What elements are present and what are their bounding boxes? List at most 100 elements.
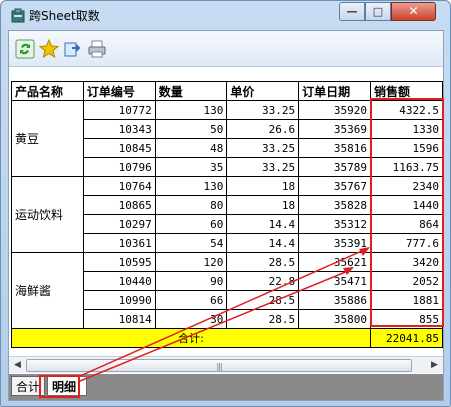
star-icon[interactable]	[39, 39, 59, 59]
toolbar	[9, 31, 443, 67]
order-date-cell: 35800	[298, 309, 372, 329]
unit-price-cell: 14.4	[226, 233, 300, 253]
order-id-cell: 10865	[82, 195, 156, 215]
quantity-cell: 90	[154, 271, 228, 291]
quantity-cell: 48	[154, 138, 228, 158]
order-date-cell: 35828	[298, 195, 372, 215]
minimize-icon: —	[346, 5, 358, 18]
quantity-cell: 35	[154, 157, 228, 177]
sheet-tab-bar: 合计 明细	[9, 374, 443, 400]
app-icon	[11, 8, 25, 23]
table-row: 黄豆 10772 130 33.25 35920 4322.5	[11, 100, 443, 177]
sales-cell: 1596	[370, 138, 443, 158]
header-unit-price: 单价	[226, 81, 300, 101]
order-id-cell: 10796	[82, 157, 156, 177]
scroll-right-icon[interactable]: ▶	[428, 359, 441, 372]
unit-price-cell: 33.25	[226, 100, 300, 120]
order-id-cell: 10772	[82, 100, 156, 120]
header-order-id: 订单编号	[82, 81, 156, 101]
scroll-grip-icon: |||	[216, 362, 222, 371]
sales-cell: 777.6	[370, 233, 443, 253]
horizontal-scrollbar[interactable]: ◀ ||| ▶	[9, 356, 443, 373]
order-date-cell: 35767	[298, 176, 372, 196]
quantity-cell: 60	[154, 214, 228, 234]
scroll-left-icon[interactable]: ◀	[11, 359, 24, 372]
header-order-date: 订单日期	[298, 81, 372, 101]
unit-price-cell: 28.5	[226, 309, 300, 329]
quantity-cell: 50	[154, 119, 228, 139]
export-icon[interactable]	[63, 39, 83, 59]
order-id-cell: 10343	[82, 119, 156, 139]
order-id-cell: 10764	[82, 176, 156, 196]
sales-cell: 855	[370, 309, 443, 329]
refresh-icon[interactable]	[15, 39, 35, 59]
order-date-cell: 35471	[298, 271, 372, 291]
quantity-cell: 30	[154, 309, 228, 329]
sheet-area: 产品名称 订单编号 数量 单价 订单日期 销售额 黄豆 10772 130 33.25…	[9, 68, 443, 386]
window-title: 跨Sheet取数	[29, 9, 100, 23]
order-date-cell: 35920	[298, 100, 372, 120]
order-id-cell: 10814	[82, 309, 156, 329]
unit-price-cell: 18	[226, 176, 300, 196]
quantity-cell: 80	[154, 195, 228, 215]
order-date-cell: 35312	[298, 214, 372, 234]
table-row: 运动饮料 10764 130 18 35767 2340	[11, 176, 443, 253]
quantity-cell: 66	[154, 290, 228, 310]
table-body: 黄豆 10772 130 33.25 35920 4322.5 10343 50 26.6 353…	[10, 100, 443, 348]
order-id-cell: 10361	[82, 233, 156, 253]
order-date-cell: 35621	[298, 252, 372, 272]
sales-cell: 1881	[370, 290, 443, 310]
tab-summary[interactable]: 合计	[11, 376, 45, 396]
header-quantity: 数量	[154, 81, 228, 101]
quantity-cell: 130	[154, 176, 228, 196]
close-icon: ✕	[408, 4, 419, 18]
unit-price-cell: 14.4	[226, 214, 300, 234]
total-label: 合计:	[10, 328, 372, 348]
order-id-cell: 10440	[82, 271, 156, 291]
detail-table: 产品名称 订单编号 数量 单价 订单日期 销售额 黄豆 10772 130 33.25…	[10, 81, 443, 348]
total-row: 合计: 22041.85	[10, 328, 443, 348]
app-window: 跨Sheet取数 — □ ✕ 产品名称 订单编号 数量 单价 订单日期 销售额 …	[0, 0, 451, 407]
maximize-button[interactable]: □	[365, 2, 391, 21]
close-button[interactable]: ✕	[391, 2, 436, 21]
client-area: 产品名称 订单编号 数量 单价 订单日期 销售额 黄豆 10772 130 33.25…	[8, 30, 444, 401]
header-product-name: 产品名称	[11, 81, 84, 101]
header-sales: 销售额	[370, 81, 443, 101]
product-name-cell: 海鲜酱	[11, 252, 84, 329]
order-date-cell: 35391	[298, 233, 372, 253]
product-name-cell: 黄豆	[11, 100, 84, 177]
order-id-cell: 10990	[82, 290, 156, 310]
order-date-cell: 35886	[298, 290, 372, 310]
unit-price-cell: 28.5	[226, 290, 300, 310]
order-id-cell: 10845	[82, 138, 156, 158]
title-bar[interactable]: 跨Sheet取数 — □ ✕	[1, 1, 450, 29]
sales-cell: 1440	[370, 195, 443, 215]
order-date-cell: 35369	[298, 119, 372, 139]
unit-price-cell: 28.5	[226, 252, 300, 272]
sales-cell: 2052	[370, 271, 443, 291]
sales-cell: 3420	[370, 252, 443, 272]
sales-cell: 2340	[370, 176, 443, 196]
sales-cell: 1330	[370, 119, 443, 139]
order-date-cell: 35816	[298, 138, 372, 158]
header-row: 产品名称 订单编号 数量 单价 订单日期 销售额	[11, 81, 443, 101]
unit-price-cell: 33.25	[226, 157, 300, 177]
unit-price-cell: 22.8	[226, 271, 300, 291]
quantity-cell: 54	[154, 233, 228, 253]
minimize-button[interactable]: —	[339, 2, 365, 21]
tab-detail[interactable]: 明细	[47, 376, 87, 396]
unit-price-cell: 26.6	[226, 119, 300, 139]
sales-cell: 864	[370, 214, 443, 234]
product-name-cell: 运动饮料	[11, 176, 84, 253]
quantity-cell: 120	[154, 252, 228, 272]
print-icon[interactable]	[87, 39, 107, 59]
total-value: 22041.85	[370, 328, 443, 348]
scroll-thumb[interactable]: |||	[26, 359, 412, 372]
sales-cell: 1163.75	[370, 157, 443, 177]
order-id-cell: 10595	[82, 252, 156, 272]
quantity-cell: 130	[154, 100, 228, 120]
maximize-icon: □	[372, 5, 384, 18]
order-id-cell: 10297	[82, 214, 156, 234]
unit-price-cell: 18	[226, 195, 300, 215]
sales-cell: 4322.5	[370, 100, 443, 120]
